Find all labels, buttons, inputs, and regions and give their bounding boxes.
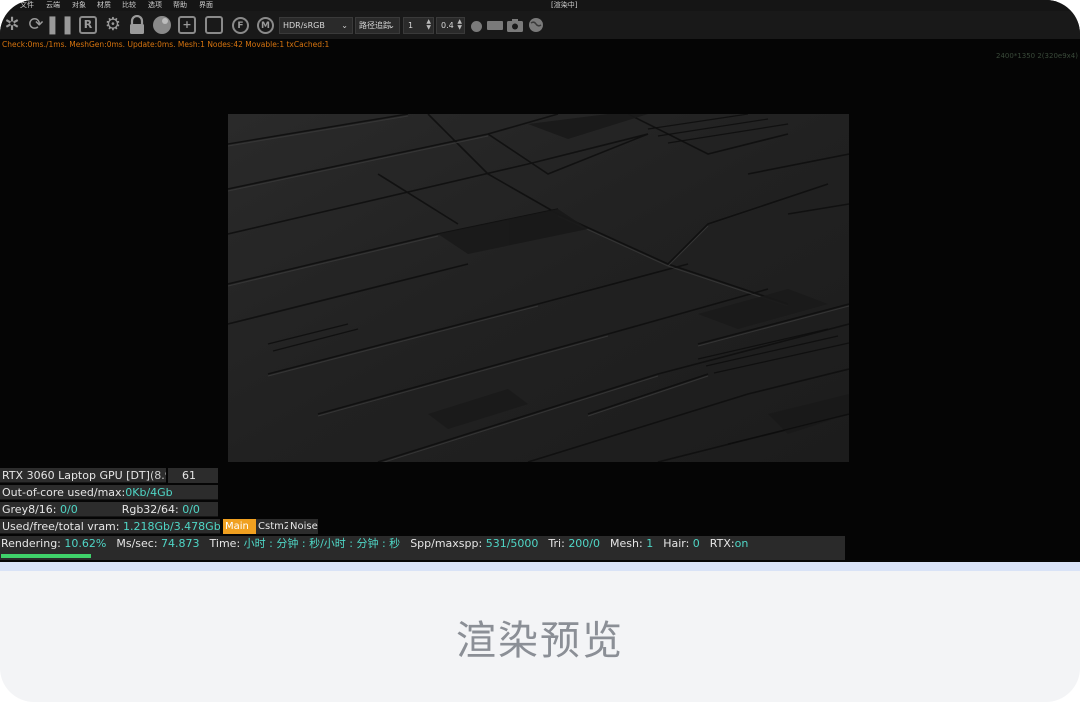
rendering-percent: 10.62%	[64, 537, 107, 550]
region-render-icon[interactable]: R	[79, 16, 97, 34]
rendering-status-bar: Rendering: 10.62% Ms/sec: 74.873 Time: 小时 …	[0, 536, 845, 552]
rtx-status: on	[734, 537, 749, 550]
screenshot-card: 文件 云端 对象 材质 比较 选项 帮助 界面 [渲染中] ✲ ⟳ ❚❚ R ⚙…	[0, 0, 1080, 702]
material-ball-icon[interactable]	[152, 15, 172, 35]
ms-per-sec: 74.873	[161, 537, 200, 550]
vram-row: Used/free/total vram: 1.218Gb/3.478Gb/6G	[0, 519, 220, 534]
octane-render-window: 文件 云端 对象 材质 比较 选项 帮助 界面 [渲染中] ✲ ⟳ ❚❚ R ⚙…	[0, 0, 1080, 562]
resolution-readout: 2400*1350 2(320e9x4)	[996, 52, 1078, 60]
spinner-arrows-icon[interactable]: ▲ ▼	[457, 19, 462, 31]
menu-options[interactable]: 选项	[148, 0, 162, 11]
divider	[0, 562, 1080, 571]
toolbar: ✲ ⟳ ❚❚ R ⚙ + F M HDR/sRGB ⌄ 路径追踪 ⌄ 1 ▲ ▼…	[0, 11, 1080, 39]
focus-picker-icon[interactable]: F	[232, 17, 249, 34]
add-region-icon[interactable]: +	[178, 16, 196, 34]
chevron-down-icon: ⌄	[388, 21, 395, 30]
gpu-temperature: 61	[168, 468, 218, 483]
menu-interface[interactable]: 界面	[199, 0, 213, 11]
tab-noise[interactable]: Noise	[288, 519, 318, 534]
chevron-down-icon: ⌄	[341, 21, 348, 30]
render-start-icon[interactable]: ✲	[2, 15, 22, 35]
out-of-core-row: Out-of-core used/max:0Kb/4Gb	[0, 485, 218, 500]
kernel-select[interactable]: 路径追踪 ⌄	[355, 17, 400, 34]
render-viewport[interactable]	[228, 114, 849, 462]
spinner-arrows-icon[interactable]: ▲ ▼	[426, 19, 431, 31]
settings-gear-icon[interactable]: ⚙	[103, 15, 123, 35]
menu-file[interactable]: 文件	[20, 0, 34, 11]
menu-bar: 文件 云端 对象 材质 比较 选项 帮助 界面 [渲染中]	[0, 0, 1080, 11]
menu-objects[interactable]: 对象	[72, 0, 86, 11]
texture-count-row: Grey8/16: 0/0 Rgb32/64: 0/0	[0, 502, 218, 517]
render-time: 小时 : 分钟 : 秒/小时 : 分钟 : 秒	[243, 537, 401, 550]
menu-materials[interactable]: 材质	[97, 0, 111, 11]
tab-cstm2[interactable]: Cstm2	[256, 519, 290, 534]
render-progress-bar	[0, 552, 845, 560]
pick-mode-icon[interactable]: M	[257, 17, 274, 34]
hair-count: 0	[692, 537, 700, 550]
samples-per-pixel: 531/5000	[485, 537, 539, 550]
film-icon[interactable]	[486, 18, 504, 32]
caption-title: 渲染预览	[456, 617, 624, 664]
refresh-icon[interactable]: ⟳	[26, 15, 46, 35]
tab-main[interactable]: Main	[223, 519, 256, 534]
color-space-select[interactable]: HDR/sRGB ⌄	[279, 17, 353, 34]
stats-line: Check:0ms./1ms. MeshGen:0ms. Update:0ms.…	[2, 40, 330, 49]
menu-help[interactable]: 帮助	[173, 0, 187, 11]
camera-icon[interactable]	[506, 17, 524, 33]
menu-cloud[interactable]: 云端	[46, 0, 60, 11]
gpu-name-row: RTX 3060 Laptop GPU [DT](8.9E	[0, 468, 166, 483]
render-image	[228, 114, 849, 462]
triangle-count: 200/0	[568, 537, 601, 550]
render-progress-fill	[1, 554, 91, 558]
lock-icon[interactable]	[127, 15, 147, 35]
viewport-icon[interactable]	[205, 16, 223, 34]
pause-icon[interactable]: ❚❚	[45, 15, 75, 35]
globe-icon[interactable]	[527, 17, 545, 33]
render-status-title: [渲染中]	[551, 1, 578, 9]
menu-compare[interactable]: 比较	[122, 0, 136, 11]
mesh-count: 1	[646, 537, 654, 550]
spin-input-1[interactable]: 1 ▲ ▼	[403, 17, 434, 34]
spin-input-2[interactable]: 0.4 ▲ ▼	[436, 17, 465, 34]
dot-icon[interactable]	[471, 21, 482, 32]
